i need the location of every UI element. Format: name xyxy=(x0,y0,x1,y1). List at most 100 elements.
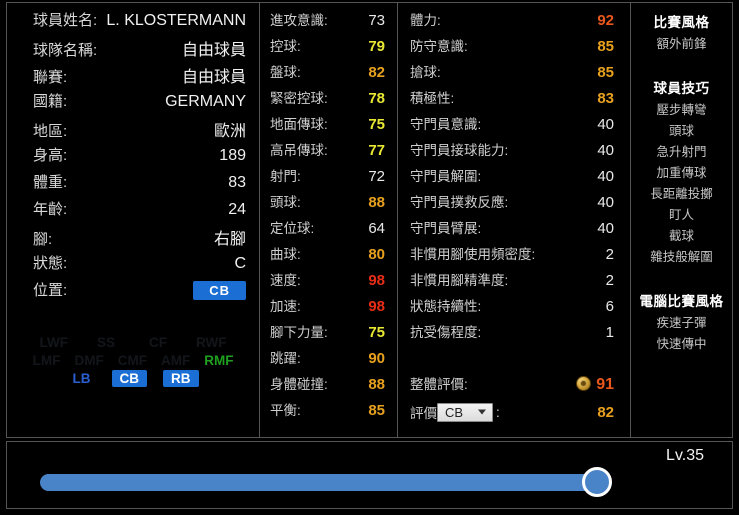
position-marker-ss[interactable]: SS xyxy=(92,335,120,350)
level-label: Lv.35 xyxy=(666,447,704,464)
player-skill-item: 急升射門 xyxy=(656,145,707,159)
attr-value: 40 xyxy=(597,168,614,185)
info-label: 體重: xyxy=(33,174,68,191)
level-slider-handle[interactable] xyxy=(582,467,612,497)
evaluation-row: 評價 CB : 82 xyxy=(398,399,630,425)
attr-label: 盤球: xyxy=(270,65,301,80)
attr-row-physical-contact: 身體碰撞: 88 xyxy=(260,373,397,399)
attr-value: 1 xyxy=(605,324,614,341)
evaluation-colon: : xyxy=(496,404,500,420)
evaluation-position-select[interactable]: CB xyxy=(437,402,493,422)
player-skill-item: 壓步轉彎 xyxy=(656,103,707,117)
attr-value: 85 xyxy=(368,402,385,419)
attr-row-gk-reflexes: 守門員撲救反應: 40 xyxy=(398,191,630,217)
position-marker-dmf[interactable]: DMF xyxy=(75,353,104,368)
attr-label: 守門員解圍: xyxy=(410,169,482,184)
attr-label: 搶球: xyxy=(410,65,441,80)
player-info-rows: 球員姓名: L. KLOSTERMANN 球隊名稱: 自由球員 聯賽: 自由球員… xyxy=(7,3,259,306)
attr-label: 守門員撲救反應: xyxy=(410,195,509,210)
player-stats-screen: 球員姓名: L. KLOSTERMANN 球隊名稱: 自由球員 聯賽: 自由球員… xyxy=(0,0,739,515)
attr-row-curl: 曲球: 80 xyxy=(260,243,397,269)
attr-value: 80 xyxy=(368,246,385,263)
position-marker-amf[interactable]: AMF xyxy=(161,353,190,368)
player-info-column: 球員姓名: L. KLOSTERMANN 球隊名稱: 自由球員 聯賽: 自由球員… xyxy=(7,3,259,437)
evaluation-position-selected: CB xyxy=(445,404,464,420)
attr-row-balance: 平衡: 85 xyxy=(260,399,397,425)
attr-row-finishing: 射門: 72 xyxy=(260,165,397,191)
attr-row-injury-resistance: 抗受傷程度: 1 xyxy=(398,321,630,347)
attr-label: 抗受傷程度: xyxy=(410,325,482,340)
position-marker-rb[interactable]: RB xyxy=(163,369,199,387)
info-row-height: 身高: 189 xyxy=(7,144,259,171)
position-marker-cb[interactable]: CB xyxy=(111,369,147,387)
attr-row-lofted-pass: 高吊傳球: 77 xyxy=(260,139,397,165)
attr-label: 地面傳球: xyxy=(270,117,328,132)
info-row-weight: 體重: 83 xyxy=(7,171,259,198)
attr-value: 64 xyxy=(368,220,385,237)
player-skill-item: 雜技般解圍 xyxy=(650,250,713,264)
position-badge: CB xyxy=(193,281,246,300)
attr-value: 85 xyxy=(597,64,614,81)
attr-label: 加速: xyxy=(270,299,301,314)
attr-label: 身體碰撞: xyxy=(270,377,328,392)
attr-label: 射門: xyxy=(270,169,301,184)
attr-label: 控球: xyxy=(270,39,301,54)
position-marker-lwf[interactable]: LWF xyxy=(40,335,69,350)
attr-value: 83 xyxy=(597,90,614,107)
attributes-mid-column: 進攻意識: 73 控球: 79 盤球: 82 緊密控球: 78 地面傳球: 75… xyxy=(259,3,397,437)
attr-label: 頭球: xyxy=(270,195,301,210)
position-map-row-defence: LB CB RB xyxy=(7,369,259,387)
attr-value: 2 xyxy=(605,246,614,263)
attr-row-acceleration: 加速: 98 xyxy=(260,295,397,321)
side-panel: 比賽風格 額外前鋒 球員技巧 壓步轉彎 頭球 急升射門 加重傳球 長距離投擲 盯… xyxy=(631,3,732,355)
attributes-right-column: 體力: 92 防守意識: 85 搶球: 85 積極性: 83 守門員意識: 40… xyxy=(397,3,630,437)
player-skill-item: 加重傳球 xyxy=(656,166,707,180)
overall-rating-row: 整體評價: 91 xyxy=(398,373,630,399)
info-label: 球員姓名: xyxy=(33,12,98,29)
attr-value: 82 xyxy=(368,64,385,81)
overall-rating-value-wrap: 91 xyxy=(576,376,614,394)
level-slider-track[interactable] xyxy=(40,474,607,491)
attr-row-kicking-power: 腳下力量: 75 xyxy=(260,321,397,347)
evaluation-label: 評價 xyxy=(410,406,437,421)
attr-row-defensive-awareness: 防守意識: 85 xyxy=(398,35,630,61)
attr-row-aggression: 積極性: 83 xyxy=(398,87,630,113)
attr-value: 2 xyxy=(605,272,614,289)
info-label: 腳: xyxy=(33,231,53,248)
attr-row-ball-control: 控球: 79 xyxy=(260,35,397,61)
evaluation-value: 82 xyxy=(597,403,614,421)
info-value: 右腳 xyxy=(213,231,246,248)
attr-row-stamina: 體力: 92 xyxy=(398,9,630,35)
position-marker-rwf[interactable]: RWF xyxy=(196,335,227,350)
attr-row-form: 狀態持續性: 6 xyxy=(398,295,630,321)
info-label: 年齡: xyxy=(33,201,68,218)
info-value: 自由球員 xyxy=(181,42,246,59)
position-marker-cmf[interactable]: CMF xyxy=(118,353,147,368)
position-marker-rmf[interactable]: RMF xyxy=(204,353,233,368)
attr-value: 92 xyxy=(597,12,614,29)
info-label: 地區: xyxy=(33,123,68,140)
info-row-region: 地區: 歐洲 xyxy=(7,117,259,144)
attr-value: 72 xyxy=(368,168,385,185)
info-value: C xyxy=(234,255,246,272)
attr-label: 防守意識: xyxy=(410,39,468,54)
chevron-down-icon xyxy=(478,409,486,415)
position-marker-lmf[interactable]: LMF xyxy=(33,353,61,368)
position-marker-cf[interactable]: CF xyxy=(144,335,172,350)
attr-label: 高吊傳球: xyxy=(270,143,328,158)
attributes-right-rows: 體力: 92 防守意識: 85 搶球: 85 積極性: 83 守門員意識: 40… xyxy=(398,3,630,425)
attr-row-tight-possession: 緊密控球: 78 xyxy=(260,87,397,113)
info-value: 自由球員 xyxy=(181,69,246,86)
position-map-row-forward: LWF SS CF RWF xyxy=(7,333,259,351)
com-play-style-item: 疾速子彈 xyxy=(656,316,707,330)
attr-row-tackling: 搶球: 85 xyxy=(398,61,630,87)
player-skill-item: 頭球 xyxy=(668,124,694,138)
overall-rating-value: 91 xyxy=(596,376,614,393)
info-label: 身高: xyxy=(33,147,68,164)
info-row-foot: 腳: 右腳 xyxy=(7,225,259,252)
attr-label: 進攻意識: xyxy=(270,13,328,28)
overall-rating-label: 整體評價: xyxy=(410,377,468,392)
position-marker-lb[interactable]: LB xyxy=(68,371,96,386)
attr-value: 98 xyxy=(368,272,385,289)
